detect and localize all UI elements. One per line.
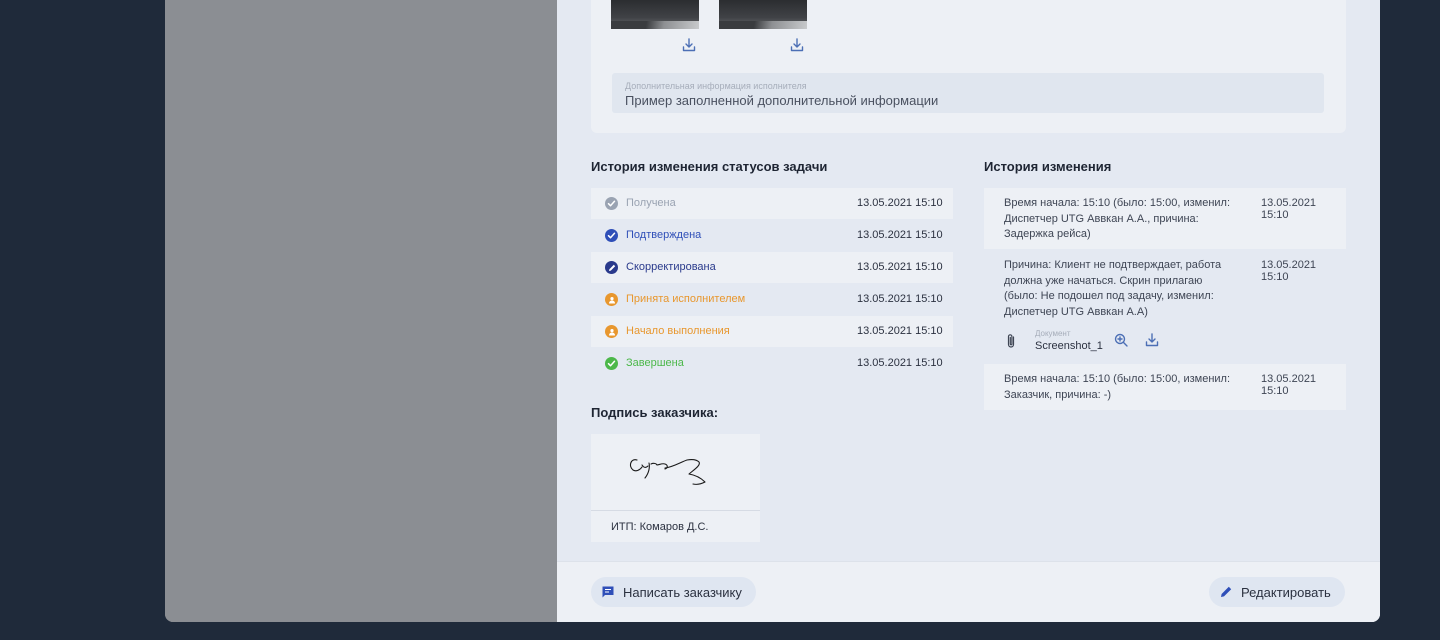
status-label: Начало выполнения xyxy=(626,325,730,337)
divider xyxy=(591,510,760,511)
status-row: Начало выполнения 13.05.2021 15:10 xyxy=(591,316,953,347)
signature-card: ИТП: Комаров Д.С. xyxy=(591,434,760,542)
change-history-text: Время начала: 15:10 (было: 15:00, измени… xyxy=(1004,373,1231,401)
status-row: Принята исполнителем 13.05.2021 15:10 xyxy=(591,284,953,315)
status-date: 13.05.2021 15:10 xyxy=(857,229,943,241)
chat-icon xyxy=(602,586,614,598)
photo-thumbnail-2[interactable] xyxy=(719,0,807,29)
zoom-in-icon[interactable] xyxy=(1114,333,1128,352)
status-label: Принята исполнителем xyxy=(626,293,746,305)
footer-bar: Написать заказчику Редактировать xyxy=(557,561,1380,622)
status-date: 13.05.2021 15:10 xyxy=(857,293,943,305)
document-label: Документ xyxy=(1035,329,1071,338)
status-date: 13.05.2021 15:10 xyxy=(857,325,943,337)
extra-info-field: Дополнительная информация исполнителя Пр… xyxy=(612,73,1324,113)
change-history-item: Время начала: 15:10 (было: 15:00, измени… xyxy=(984,364,1346,410)
status-label: Скорректирована xyxy=(626,261,716,273)
edit-label: Редактировать xyxy=(1241,584,1331,600)
check-circle-icon xyxy=(605,229,618,242)
backdrop-overlay[interactable] xyxy=(165,0,557,622)
paperclip-icon xyxy=(1006,333,1016,354)
change-history-item: Причина: Клиент не подтверждает, работа … xyxy=(984,250,1346,361)
extra-info-value: Пример заполненной дополнительной информ… xyxy=(625,93,939,108)
photo-thumbnail-1[interactable] xyxy=(611,0,699,29)
status-date: 13.05.2021 15:10 xyxy=(857,197,943,209)
message-customer-button[interactable]: Написать заказчику xyxy=(591,577,756,607)
status-label: Завершена xyxy=(626,357,684,369)
document-name[interactable]: Screenshot_1 xyxy=(1035,340,1103,352)
status-row: Скорректирована 13.05.2021 15:10 xyxy=(591,252,953,283)
change-history-title: История изменения xyxy=(984,159,1112,174)
edit-button[interactable]: Редактировать xyxy=(1209,577,1345,607)
app-frame: Дополнительная информация исполнителя Пр… xyxy=(165,0,1380,622)
status-history-title: История изменения статусов задачи xyxy=(591,159,828,174)
check-circle-icon xyxy=(605,197,618,210)
change-history-text: Причина: Клиент не подтверждает, работа … xyxy=(1004,259,1222,318)
download-icon[interactable] xyxy=(680,36,698,54)
download-icon[interactable] xyxy=(788,36,806,54)
status-label: Получена xyxy=(626,197,676,209)
message-customer-label: Написать заказчику xyxy=(623,584,742,600)
pencil-circle-icon xyxy=(605,261,618,274)
person-circle-icon xyxy=(605,325,618,338)
status-date: 13.05.2021 15:10 xyxy=(857,357,943,369)
change-history-date: 13.05.2021 15:10 xyxy=(1261,259,1317,283)
change-history-text: Время начала: 15:10 (было: 15:00, измени… xyxy=(1004,197,1231,240)
status-date: 13.05.2021 15:10 xyxy=(857,261,943,273)
change-history-date: 13.05.2021 15:10 xyxy=(1261,197,1317,221)
change-history-item: Время начала: 15:10 (было: 15:00, измени… xyxy=(984,188,1346,249)
download-icon[interactable] xyxy=(1145,333,1159,352)
pencil-icon xyxy=(1221,586,1232,597)
status-row: Завершена 13.05.2021 15:10 xyxy=(591,348,953,379)
status-row: Получена 13.05.2021 15:10 xyxy=(591,188,953,219)
extra-info-label: Дополнительная информация исполнителя xyxy=(625,81,807,91)
task-detail-panel: Дополнительная информация исполнителя Пр… xyxy=(557,0,1380,622)
person-circle-icon xyxy=(605,293,618,306)
signature-image xyxy=(629,459,706,485)
signature-title: Подпись заказчика: xyxy=(591,405,719,420)
signer-name: ИТП: Комаров Д.С. xyxy=(611,521,709,533)
check-circle-icon xyxy=(605,357,618,370)
status-label: Подтверждена xyxy=(626,229,702,241)
status-row: Подтверждена 13.05.2021 15:10 xyxy=(591,220,953,251)
executor-info-card: Дополнительная информация исполнителя Пр… xyxy=(591,0,1346,133)
change-history-date: 13.05.2021 15:10 xyxy=(1261,373,1317,397)
